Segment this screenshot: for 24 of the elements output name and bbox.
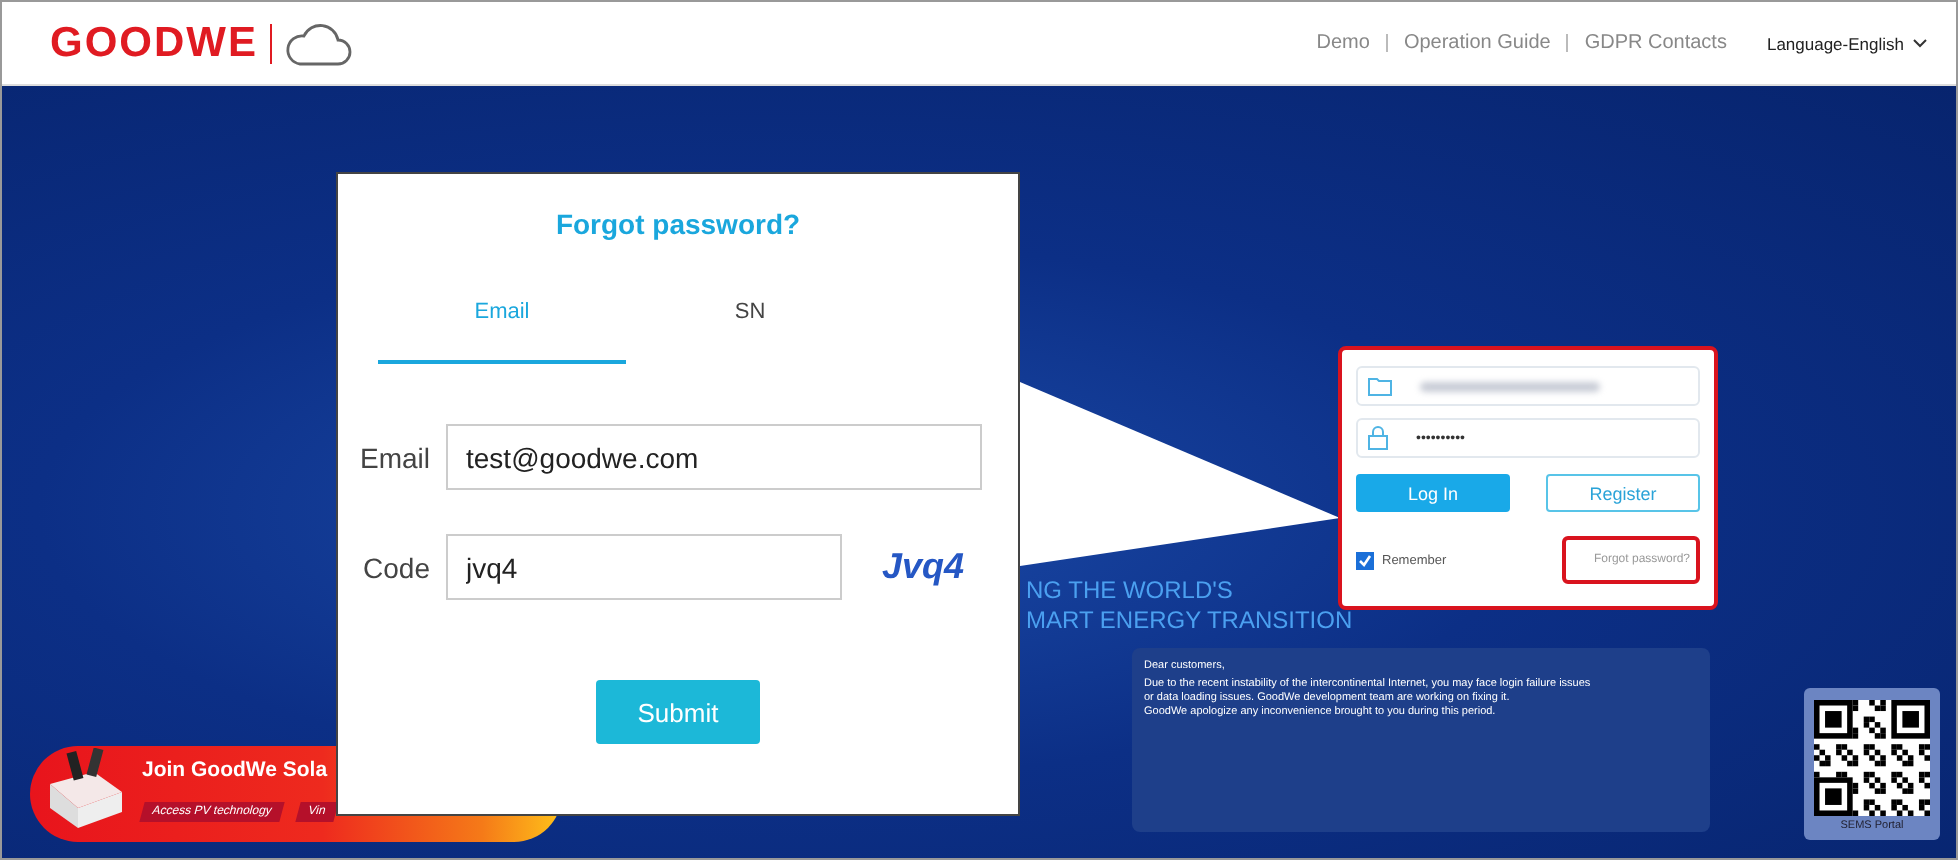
- dialog-title: Forgot password?: [555, 208, 801, 240]
- captcha-image[interactable]: Jvq4: [882, 546, 965, 588]
- nav-link[interactable]: GDPR Contacts: [1566, 34, 1743, 52]
- nav-link[interactable]: Operation Guide: [1385, 34, 1567, 52]
- logo-wordmark: GOODWE: [50, 23, 272, 63]
- code-field[interactable]: jvq4: [446, 534, 842, 600]
- tagline-text: MART ENERGY TRANSITION: [1026, 606, 1353, 636]
- email-input[interactable]: [1356, 366, 1700, 406]
- lock-icon: [1368, 426, 1388, 450]
- email-field[interactable]: test@goodwe.com: [446, 424, 982, 490]
- field-label: Code: [361, 551, 430, 583]
- qr-code: [1814, 700, 1930, 816]
- submit-button[interactable]: Submit: [596, 680, 760, 744]
- language-selector[interactable]: Language-English: [1766, 33, 1928, 53]
- register-button[interactable]: Register: [1546, 474, 1700, 512]
- nav-link[interactable]: Demo: [1300, 34, 1386, 52]
- log-in-button[interactable]: Log In: [1356, 474, 1510, 512]
- banner-title: Join GoodWe Sola: [142, 758, 330, 782]
- cloud-icon: [284, 19, 352, 67]
- tagline-text: NG THE WORLD'S: [1026, 576, 1235, 606]
- remember-checkbox[interactable]: [1356, 551, 1374, 569]
- folder-icon: [1368, 376, 1392, 396]
- chevron-down-icon: [1912, 38, 1928, 48]
- field-label: Email: [358, 441, 430, 473]
